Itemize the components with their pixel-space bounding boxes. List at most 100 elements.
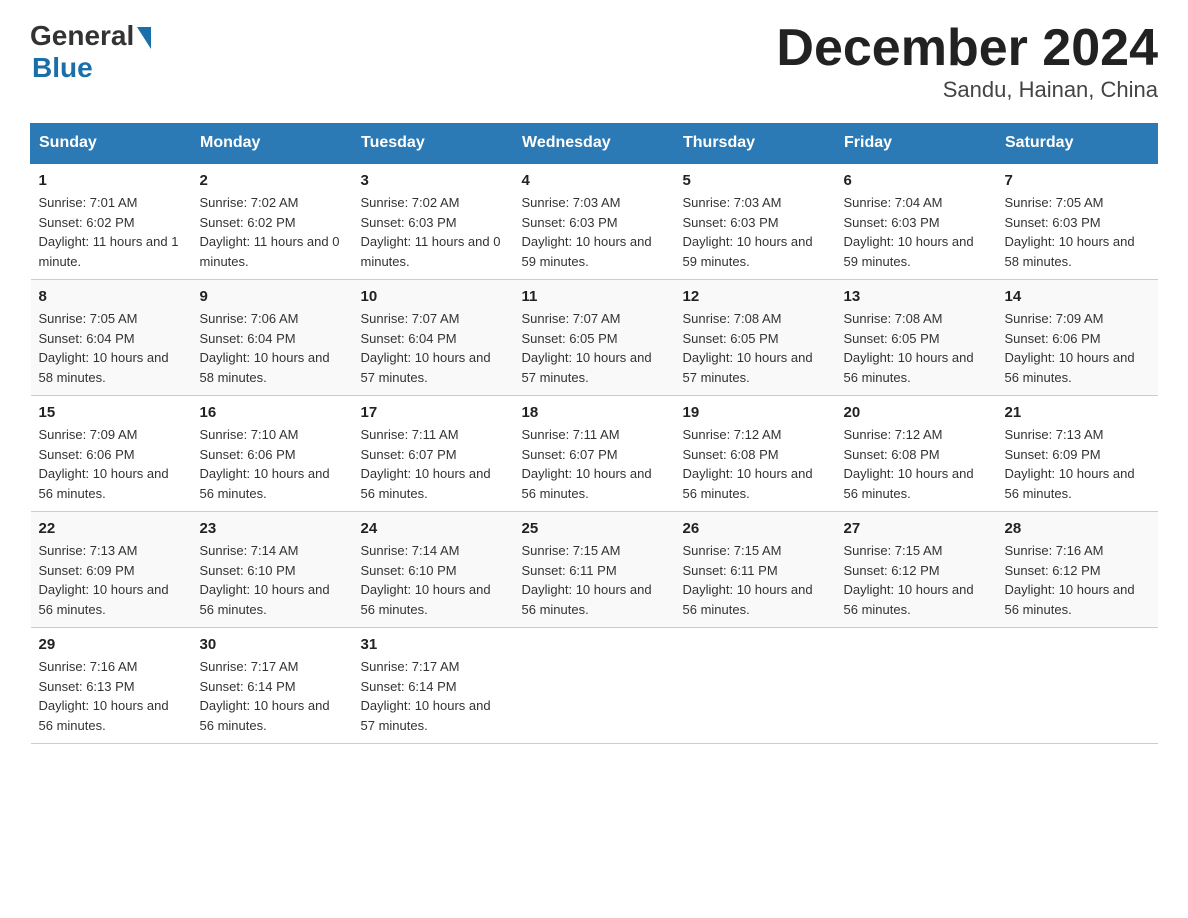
calendar-cell: 8 Sunrise: 7:05 AMSunset: 6:04 PMDayligh…: [31, 280, 192, 396]
calendar-cell: 18 Sunrise: 7:11 AMSunset: 6:07 PMDaylig…: [514, 396, 675, 512]
day-number: 18: [522, 404, 667, 421]
calendar-cell: 11 Sunrise: 7:07 AMSunset: 6:05 PMDaylig…: [514, 280, 675, 396]
day-info: Sunrise: 7:16 AMSunset: 6:13 PMDaylight:…: [39, 659, 169, 733]
day-info: Sunrise: 7:13 AMSunset: 6:09 PMDaylight:…: [1005, 427, 1135, 501]
calendar-cell: 6 Sunrise: 7:04 AMSunset: 6:03 PMDayligh…: [836, 163, 997, 280]
calendar-cell: [997, 628, 1158, 744]
day-number: 29: [39, 636, 184, 653]
calendar-cell: 12 Sunrise: 7:08 AMSunset: 6:05 PMDaylig…: [675, 280, 836, 396]
day-number: 21: [1005, 404, 1150, 421]
calendar-cell: 31 Sunrise: 7:17 AMSunset: 6:14 PMDaylig…: [353, 628, 514, 744]
day-info: Sunrise: 7:01 AMSunset: 6:02 PMDaylight:…: [39, 195, 179, 269]
calendar-cell: 13 Sunrise: 7:08 AMSunset: 6:05 PMDaylig…: [836, 280, 997, 396]
calendar-cell: 21 Sunrise: 7:13 AMSunset: 6:09 PMDaylig…: [997, 396, 1158, 512]
calendar-table: Sunday Monday Tuesday Wednesday Thursday…: [30, 123, 1158, 744]
day-info: Sunrise: 7:13 AMSunset: 6:09 PMDaylight:…: [39, 543, 169, 617]
day-number: 16: [200, 404, 345, 421]
calendar-cell: 19 Sunrise: 7:12 AMSunset: 6:08 PMDaylig…: [675, 396, 836, 512]
calendar-cell: 28 Sunrise: 7:16 AMSunset: 6:12 PMDaylig…: [997, 512, 1158, 628]
page-header: General Blue December 2024 Sandu, Hainan…: [30, 20, 1158, 103]
day-info: Sunrise: 7:09 AMSunset: 6:06 PMDaylight:…: [1005, 311, 1135, 385]
day-number: 3: [361, 172, 506, 189]
calendar-cell: 5 Sunrise: 7:03 AMSunset: 6:03 PMDayligh…: [675, 163, 836, 280]
calendar-cell: 25 Sunrise: 7:15 AMSunset: 6:11 PMDaylig…: [514, 512, 675, 628]
day-info: Sunrise: 7:15 AMSunset: 6:11 PMDaylight:…: [683, 543, 813, 617]
calendar-title: December 2024: [776, 20, 1158, 77]
day-info: Sunrise: 7:09 AMSunset: 6:06 PMDaylight:…: [39, 427, 169, 501]
day-number: 15: [39, 404, 184, 421]
calendar-header-row: Sunday Monday Tuesday Wednesday Thursday…: [31, 124, 1158, 164]
day-info: Sunrise: 7:14 AMSunset: 6:10 PMDaylight:…: [200, 543, 330, 617]
day-info: Sunrise: 7:10 AMSunset: 6:06 PMDaylight:…: [200, 427, 330, 501]
calendar-cell: 9 Sunrise: 7:06 AMSunset: 6:04 PMDayligh…: [192, 280, 353, 396]
calendar-cell: 3 Sunrise: 7:02 AMSunset: 6:03 PMDayligh…: [353, 163, 514, 280]
calendar-cell: 15 Sunrise: 7:09 AMSunset: 6:06 PMDaylig…: [31, 396, 192, 512]
day-number: 6: [844, 172, 989, 189]
calendar-cell: 14 Sunrise: 7:09 AMSunset: 6:06 PMDaylig…: [997, 280, 1158, 396]
day-number: 27: [844, 520, 989, 537]
day-number: 24: [361, 520, 506, 537]
day-info: Sunrise: 7:12 AMSunset: 6:08 PMDaylight:…: [844, 427, 974, 501]
day-number: 20: [844, 404, 989, 421]
day-info: Sunrise: 7:02 AMSunset: 6:03 PMDaylight:…: [361, 195, 501, 269]
title-block: December 2024 Sandu, Hainan, China: [776, 20, 1158, 103]
day-number: 14: [1005, 288, 1150, 305]
day-number: 13: [844, 288, 989, 305]
day-info: Sunrise: 7:03 AMSunset: 6:03 PMDaylight:…: [522, 195, 652, 269]
day-info: Sunrise: 7:17 AMSunset: 6:14 PMDaylight:…: [361, 659, 491, 733]
day-info: Sunrise: 7:14 AMSunset: 6:10 PMDaylight:…: [361, 543, 491, 617]
day-number: 12: [683, 288, 828, 305]
day-info: Sunrise: 7:12 AMSunset: 6:08 PMDaylight:…: [683, 427, 813, 501]
header-wednesday: Wednesday: [514, 124, 675, 164]
calendar-subtitle: Sandu, Hainan, China: [776, 77, 1158, 103]
day-number: 5: [683, 172, 828, 189]
day-number: 26: [683, 520, 828, 537]
day-number: 30: [200, 636, 345, 653]
calendar-cell: 4 Sunrise: 7:03 AMSunset: 6:03 PMDayligh…: [514, 163, 675, 280]
calendar-cell: 20 Sunrise: 7:12 AMSunset: 6:08 PMDaylig…: [836, 396, 997, 512]
calendar-cell: 22 Sunrise: 7:13 AMSunset: 6:09 PMDaylig…: [31, 512, 192, 628]
day-number: 19: [683, 404, 828, 421]
day-info: Sunrise: 7:04 AMSunset: 6:03 PMDaylight:…: [844, 195, 974, 269]
header-friday: Friday: [836, 124, 997, 164]
calendar-cell: [675, 628, 836, 744]
calendar-cell: 30 Sunrise: 7:17 AMSunset: 6:14 PMDaylig…: [192, 628, 353, 744]
day-number: 8: [39, 288, 184, 305]
calendar-cell: 2 Sunrise: 7:02 AMSunset: 6:02 PMDayligh…: [192, 163, 353, 280]
calendar-cell: 10 Sunrise: 7:07 AMSunset: 6:04 PMDaylig…: [353, 280, 514, 396]
day-number: 1: [39, 172, 184, 189]
day-info: Sunrise: 7:08 AMSunset: 6:05 PMDaylight:…: [844, 311, 974, 385]
calendar-week-row: 22 Sunrise: 7:13 AMSunset: 6:09 PMDaylig…: [31, 512, 1158, 628]
logo-triangle-icon: [137, 27, 151, 49]
calendar-week-row: 29 Sunrise: 7:16 AMSunset: 6:13 PMDaylig…: [31, 628, 1158, 744]
day-info: Sunrise: 7:16 AMSunset: 6:12 PMDaylight:…: [1005, 543, 1135, 617]
day-number: 28: [1005, 520, 1150, 537]
day-info: Sunrise: 7:03 AMSunset: 6:03 PMDaylight:…: [683, 195, 813, 269]
day-info: Sunrise: 7:08 AMSunset: 6:05 PMDaylight:…: [683, 311, 813, 385]
day-number: 7: [1005, 172, 1150, 189]
day-info: Sunrise: 7:15 AMSunset: 6:11 PMDaylight:…: [522, 543, 652, 617]
logo-general-text: General: [30, 20, 134, 52]
day-number: 11: [522, 288, 667, 305]
calendar-cell: 23 Sunrise: 7:14 AMSunset: 6:10 PMDaylig…: [192, 512, 353, 628]
day-number: 10: [361, 288, 506, 305]
calendar-cell: 29 Sunrise: 7:16 AMSunset: 6:13 PMDaylig…: [31, 628, 192, 744]
calendar-cell: [836, 628, 997, 744]
logo-blue-text: Blue: [32, 52, 93, 84]
calendar-cell: [514, 628, 675, 744]
day-number: 2: [200, 172, 345, 189]
day-info: Sunrise: 7:07 AMSunset: 6:05 PMDaylight:…: [522, 311, 652, 385]
calendar-week-row: 1 Sunrise: 7:01 AMSunset: 6:02 PMDayligh…: [31, 163, 1158, 280]
day-info: Sunrise: 7:15 AMSunset: 6:12 PMDaylight:…: [844, 543, 974, 617]
calendar-cell: 1 Sunrise: 7:01 AMSunset: 6:02 PMDayligh…: [31, 163, 192, 280]
header-tuesday: Tuesday: [353, 124, 514, 164]
day-number: 23: [200, 520, 345, 537]
day-info: Sunrise: 7:05 AMSunset: 6:03 PMDaylight:…: [1005, 195, 1135, 269]
calendar-cell: 26 Sunrise: 7:15 AMSunset: 6:11 PMDaylig…: [675, 512, 836, 628]
day-number: 22: [39, 520, 184, 537]
day-info: Sunrise: 7:17 AMSunset: 6:14 PMDaylight:…: [200, 659, 330, 733]
header-thursday: Thursday: [675, 124, 836, 164]
day-info: Sunrise: 7:02 AMSunset: 6:02 PMDaylight:…: [200, 195, 340, 269]
day-number: 9: [200, 288, 345, 305]
calendar-week-row: 15 Sunrise: 7:09 AMSunset: 6:06 PMDaylig…: [31, 396, 1158, 512]
